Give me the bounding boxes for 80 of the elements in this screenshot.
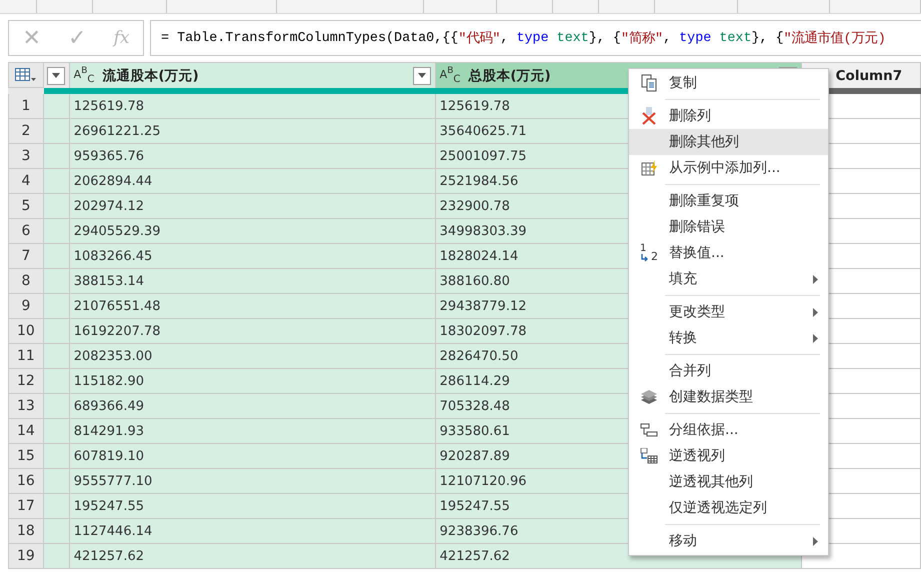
copy-icon (641, 74, 657, 92)
row-number: 16 (8, 469, 44, 494)
row-number: 3 (8, 144, 44, 169)
table-cell (44, 444, 70, 469)
filter-button[interactable] (47, 66, 66, 84)
table-menu-button[interactable] (8, 62, 44, 88)
table-cell (44, 144, 70, 169)
table-icon (14, 68, 37, 82)
table-cell: 16192207.78 (70, 319, 436, 344)
table-cell: 29405529.39 (70, 219, 436, 244)
table-cell (44, 344, 70, 369)
table-cell (44, 269, 70, 294)
caret-icon (418, 73, 426, 78)
table-cell: 689366.49 (70, 394, 436, 419)
row-number: 9 (8, 294, 44, 319)
row-number: 10 (8, 319, 44, 344)
table-cell: 2062894.44 (70, 169, 436, 194)
layers-icon (640, 389, 658, 405)
row-number: 4 (8, 169, 44, 194)
unpivot-icon (640, 448, 658, 464)
submenu-arrow-icon (813, 536, 818, 546)
formula-field[interactable]: = Table.TransformColumnTypes(Data0,{{"代码", type text}, {"简称", type text}, {"流通市值(万元) (150, 20, 921, 56)
column-header[interactable]: A$^{B}$$_{C}$ 流通股本(万元) (70, 62, 436, 88)
row-number: 13 (8, 394, 44, 419)
table-lightning-icon (640, 160, 658, 176)
row-number: 18 (8, 519, 44, 544)
filter-button[interactable] (412, 66, 431, 84)
table-cell: 421257.62 (70, 544, 436, 569)
row-number: 8 (8, 269, 44, 294)
group-by-icon (640, 423, 658, 437)
table-cell: 959365.76 (70, 144, 436, 169)
row-number: 11 (8, 344, 44, 369)
table-cell (44, 394, 70, 419)
column-title: Column7 (836, 68, 902, 84)
submenu-arrow-icon (813, 274, 818, 284)
table-cell (44, 194, 70, 219)
table-cell (44, 519, 70, 544)
column-title: 总股本(万元) (468, 66, 551, 84)
table-cell (44, 169, 70, 194)
row-number: 12 (8, 369, 44, 394)
row-number: 6 (8, 219, 44, 244)
table-cell (44, 544, 70, 569)
table-cell (44, 119, 70, 144)
table-cell (44, 219, 70, 244)
table-cell (44, 419, 70, 444)
table-cell (44, 494, 70, 519)
table-cell: 388153.14 (70, 269, 436, 294)
table-cell (44, 94, 70, 119)
table-cell (44, 294, 70, 319)
submenu-arrow-icon (813, 308, 818, 316)
row-number: 1 (8, 94, 44, 119)
row-number: 2 (8, 119, 44, 144)
table-cell: 26961221.25 (70, 119, 436, 144)
submenu-arrow-icon (813, 334, 818, 342)
table-cell: 1127446.14 (70, 519, 436, 544)
row-number: 15 (8, 444, 44, 469)
row-number: 17 (8, 494, 44, 519)
row-number: 5 (8, 194, 44, 219)
row-number: 7 (8, 244, 44, 269)
table-cell: 607819.10 (70, 444, 436, 469)
row-number: 19 (8, 544, 44, 569)
table-cell: 1083266.45 (70, 244, 436, 269)
caret-icon (52, 73, 60, 78)
header-bar (8, 88, 44, 94)
table-cell: 9555777.10 (70, 469, 436, 494)
row-number: 14 (8, 419, 44, 444)
table-cell: 814291.93 (70, 419, 436, 444)
table-cell: 115182.90 (70, 369, 436, 394)
delete-column-icon (641, 107, 657, 125)
table-cell (44, 469, 70, 494)
menu-item[interactable]: 删除其他列 (629, 129, 828, 155)
column-title: 流通股本(万元) (102, 66, 199, 84)
table-cell: 125619.78 (70, 94, 436, 119)
table-cell: 21076551.48 (70, 294, 436, 319)
table-cell: 2082353.00 (70, 344, 436, 369)
table-cell (44, 244, 70, 269)
table-cell (44, 369, 70, 394)
table-cell: 202974.12 (70, 194, 436, 219)
table-cell (44, 319, 70, 344)
table-cell: 195247.55 (70, 494, 436, 519)
